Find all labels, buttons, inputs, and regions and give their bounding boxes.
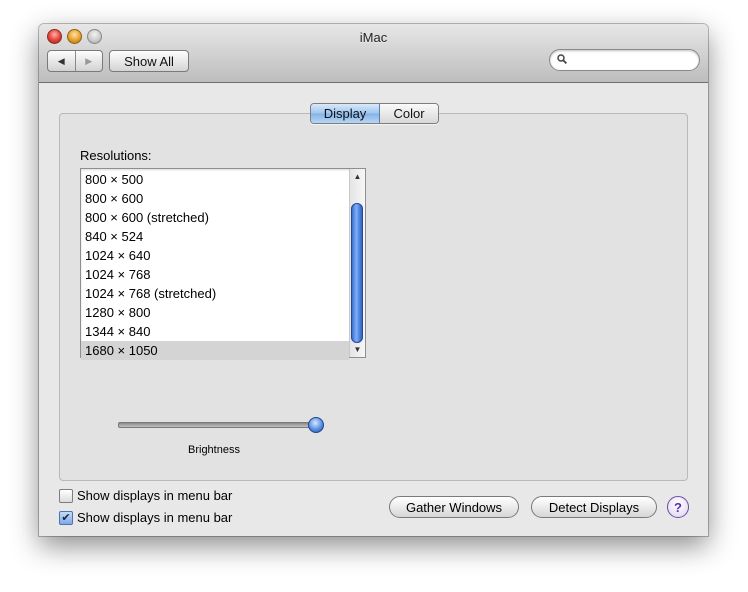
title-bar: iMac ◀ ▶ Show All bbox=[39, 24, 708, 83]
help-button[interactable]: ? bbox=[667, 496, 689, 518]
resolution-list-item[interactable]: 1280 × 800 bbox=[81, 303, 349, 322]
tab-display[interactable]: Display bbox=[311, 104, 380, 123]
brightness-slider[interactable] bbox=[118, 417, 324, 433]
gather-windows-button[interactable]: Gather Windows bbox=[389, 496, 519, 518]
show-displays-checkbox-2[interactable]: ✔ bbox=[59, 510, 73, 525]
resolution-list-item[interactable]: 800 × 500 bbox=[81, 170, 349, 189]
search-icon bbox=[557, 54, 567, 64]
tab-control: Display Color bbox=[310, 103, 439, 124]
scroll-thumb[interactable] bbox=[351, 203, 363, 343]
resolution-list-item[interactable]: 1024 × 768 (stretched) bbox=[81, 284, 349, 303]
resolution-rows: 800 × 500 800 × 600 800 × 600 (stretched) 8… bbox=[81, 170, 349, 360]
brightness-label: Brightness bbox=[188, 444, 240, 456]
forward-button[interactable]: ▶ bbox=[74, 51, 103, 71]
scroll-up-arrow-icon[interactable]: ▲ bbox=[350, 170, 365, 183]
show-displays-menu-bar-row-1[interactable]: Show displays in menu bar bbox=[59, 488, 232, 503]
back-button[interactable]: ◀ bbox=[48, 51, 75, 71]
show-displays-menu-bar-row-2[interactable]: ✔ Show displays in menu bar bbox=[59, 510, 232, 525]
show-displays-label-2: Show displays in menu bar bbox=[77, 510, 233, 525]
search-input[interactable] bbox=[572, 52, 692, 67]
resolutions-list[interactable]: 800 × 500 800 × 600 800 × 600 (stretched) 8… bbox=[80, 168, 366, 360]
resolution-list-item[interactable]: 1024 × 768 bbox=[81, 265, 349, 284]
search-field[interactable] bbox=[549, 49, 700, 71]
resolution-list-item[interactable]: 1680 × 1050 bbox=[81, 341, 349, 360]
tab-color[interactable]: Color bbox=[380, 104, 438, 123]
show-displays-checkbox-1[interactable] bbox=[59, 488, 73, 503]
resolutions-label: Resolutions: bbox=[80, 148, 152, 163]
detect-displays-button[interactable]: Detect Displays bbox=[531, 496, 657, 518]
resolution-list-item[interactable]: 840 × 524 bbox=[81, 227, 349, 246]
resolution-list-item[interactable]: 1344 × 840 bbox=[81, 322, 349, 341]
scroll-down-arrow-icon[interactable]: ▼ bbox=[350, 343, 365, 356]
resolution-list-item[interactable]: 800 × 600 (stretched) bbox=[81, 208, 349, 227]
scroll-track[interactable] bbox=[351, 183, 363, 343]
back-forward-control: ◀ ▶ bbox=[47, 50, 103, 72]
resolution-list-item[interactable]: 1024 × 640 bbox=[81, 246, 349, 265]
system-preferences-window: iMac ◀ ▶ Show All Display Color Resoluti… bbox=[39, 24, 708, 536]
display-panel: Resolutions: 800 × 500 800 × 600 800 × 600… bbox=[59, 113, 688, 481]
resolution-list-item[interactable]: 800 × 600 bbox=[81, 189, 349, 208]
window-title: iMac bbox=[359, 30, 388, 45]
resolutions-scrollbar[interactable]: ▲ ▼ bbox=[349, 169, 365, 357]
show-all-button[interactable]: Show All bbox=[109, 50, 189, 72]
show-displays-label-1: Show displays in menu bar bbox=[77, 488, 233, 503]
brightness-slider-knob[interactable] bbox=[308, 417, 324, 433]
